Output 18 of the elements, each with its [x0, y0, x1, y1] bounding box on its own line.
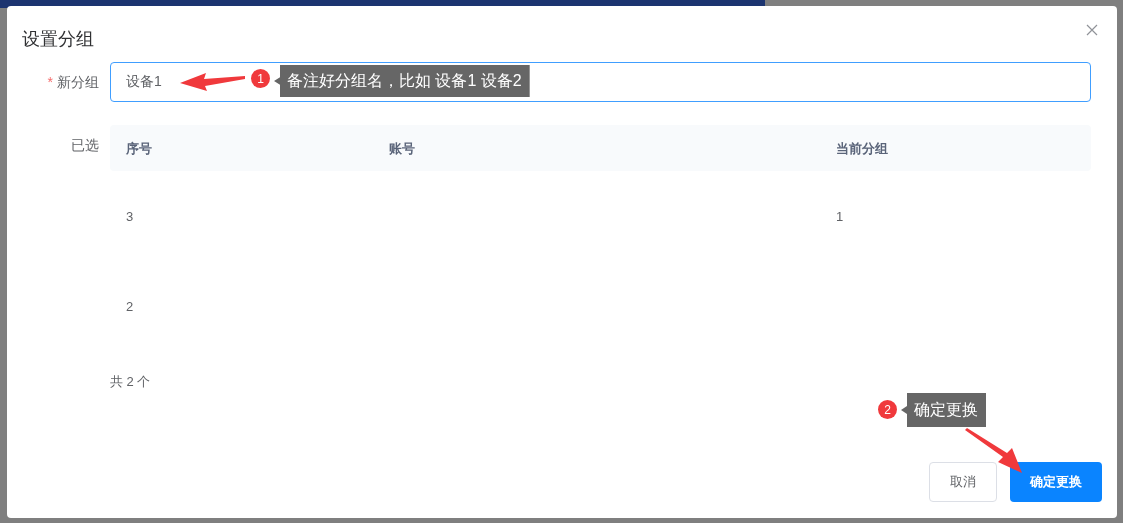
field-label: 新分组	[57, 72, 99, 92]
cancel-button[interactable]: 取消	[929, 462, 997, 502]
column-header: 序号	[125, 141, 152, 156]
annotation-arrow	[965, 428, 1022, 473]
table-cell-text: 2	[125, 299, 134, 314]
annotation-arrow	[180, 73, 245, 91]
field-label: 已选	[71, 136, 99, 155]
close-icon[interactable]	[1085, 23, 1099, 37]
table-cell-text: 1	[835, 209, 844, 224]
annotation-tooltip: 确定更换	[901, 393, 986, 427]
total-count: 共 2 个	[110, 374, 151, 389]
column-header: 当前分组	[835, 141, 888, 156]
dialog-title: 设置分组	[22, 28, 94, 51]
required-mark: *	[47, 72, 53, 92]
table-cell-text: 3	[125, 209, 134, 224]
annotation-tooltip: 备注好分组名，比如 设备1 设备2	[274, 65, 530, 97]
confirm-button[interactable]: 确定更换	[1010, 462, 1102, 502]
column-header: 账号	[388, 141, 415, 156]
